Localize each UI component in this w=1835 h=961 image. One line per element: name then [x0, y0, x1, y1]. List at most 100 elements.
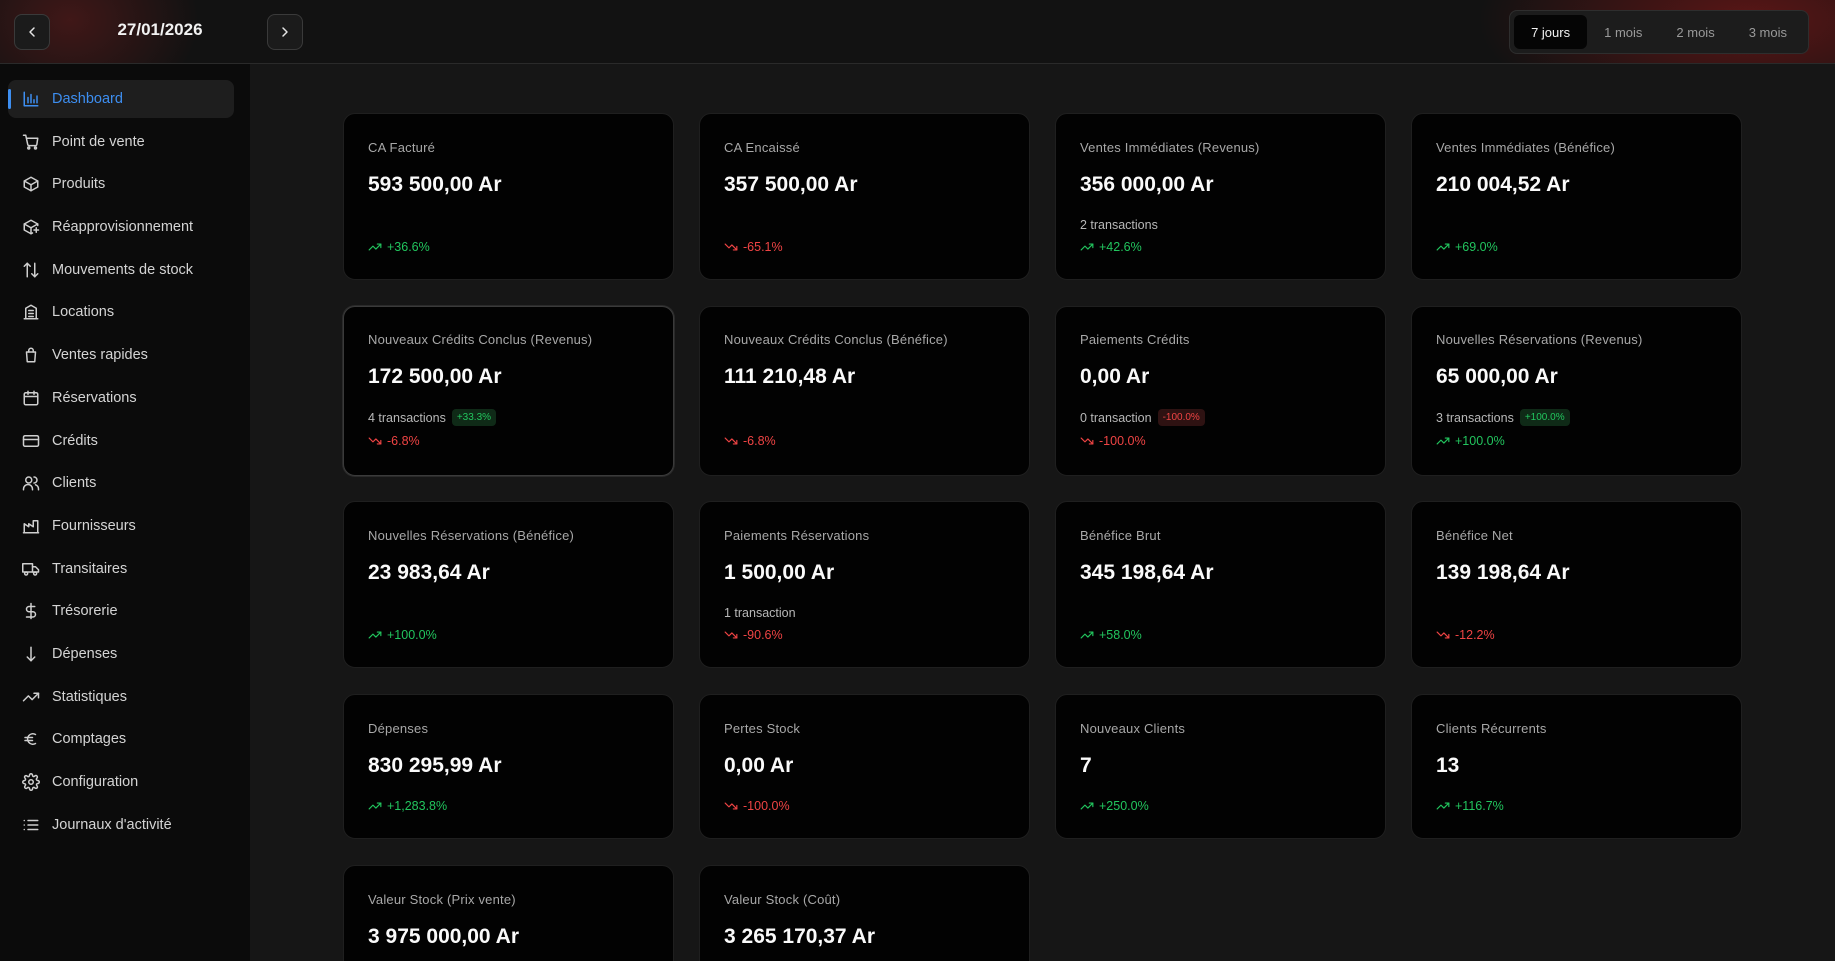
sidebar-item-point-de-vente[interactable]: Point de vente	[8, 123, 234, 161]
stat-card-label: Bénéfice Brut	[1080, 528, 1161, 543]
sidebar-item-label: Produits	[52, 176, 106, 193]
trending-up-icon	[368, 240, 387, 254]
sidebar-item-depenses[interactable]: Dépenses	[8, 635, 234, 673]
previous-date-button[interactable]	[14, 14, 50, 50]
sidebar-item-journaux-d-activite[interactable]: Journaux d'activité	[8, 806, 234, 844]
sidebar-item-locations[interactable]: Locations	[8, 293, 234, 331]
sidebar-item-ventes-rapides[interactable]: Ventes rapides	[8, 336, 234, 374]
stat-card-ca-facture: CA Facturé 593 500,00 Ar +36.6%	[343, 113, 674, 280]
stat-card-value: 357 500,00 Ar	[724, 173, 858, 196]
package-plus-icon	[22, 218, 40, 236]
sidebar-item-reservations[interactable]: Réservations	[8, 379, 234, 417]
stat-card-label: Pertes Stock	[724, 721, 801, 736]
trend-value: +36.6%	[387, 240, 430, 254]
current-date: 27/01/2026	[117, 20, 203, 39]
trend-indicator: -12.2%	[1436, 628, 1495, 642]
calendar-icon	[22, 389, 40, 407]
arrow-down-icon	[22, 645, 40, 663]
stat-card-label: Clients Récurrents	[1436, 721, 1547, 736]
cart-icon	[22, 133, 40, 151]
stat-card-value: 7	[1080, 754, 1092, 777]
stat-card-label: Dépenses	[368, 721, 429, 736]
stat-card-value: 0,00 Ar	[724, 754, 794, 777]
range-option-7-days[interactable]: 7 jours	[1514, 15, 1588, 49]
trend-value: +100.0%	[1455, 434, 1505, 448]
sidebar-item-label: Dépenses	[52, 645, 118, 662]
sidebar-item-comptages[interactable]: Comptages	[8, 720, 234, 758]
trend-indicator: +1,283.8%	[368, 799, 447, 813]
range-option-3-months[interactable]: 3 mois	[1732, 15, 1804, 49]
sidebar-item-reapprovisionnement[interactable]: Réapprovisionnement	[8, 208, 234, 246]
stat-card-value: 65 000,00 Ar	[1436, 365, 1558, 388]
trend-value: -100.0%	[743, 799, 790, 813]
sidebar-item-tresorerie[interactable]: Trésorerie	[8, 592, 234, 630]
box-icon	[22, 175, 40, 193]
building-icon	[22, 303, 40, 321]
sidebar-item-fournisseurs[interactable]: Fournisseurs	[8, 507, 234, 545]
stat-card-label: CA Facturé	[368, 140, 436, 155]
sidebar-item-label: Journaux d'activité	[52, 816, 172, 833]
change-badge: +33.3%	[451, 409, 497, 426]
range-option-1-month[interactable]: 1 mois	[1587, 15, 1659, 49]
sidebar-item-transitaires[interactable]: Transitaires	[8, 550, 234, 588]
stat-card-label: Nouvelles Réservations (Revenus)	[1436, 332, 1643, 347]
trend-value: +1,283.8%	[387, 799, 448, 813]
change-badge: +100.0%	[1519, 409, 1570, 426]
sidebar-item-label: Crédits	[52, 432, 98, 449]
stat-card-nouveaux-credits-conclus-revenus: Nouveaux Crédits Conclus (Revenus) 172 50…	[343, 306, 674, 476]
chevron-left-icon	[29, 27, 35, 37]
factory-icon	[22, 517, 40, 535]
trend-indicator: +36.6%	[368, 240, 430, 254]
trending-up-icon	[1436, 799, 1455, 813]
trend-value: -65.1%	[743, 240, 783, 254]
sidebar-item-produits[interactable]: Produits	[8, 165, 234, 203]
trend-value: +58.0%	[1099, 628, 1142, 642]
sidebar-item-label: Réapprovisionnement	[52, 219, 194, 236]
stat-card-label: Valeur Stock (Prix vente)	[368, 892, 516, 907]
trending-down-icon	[1080, 434, 1099, 448]
trend-value: -12.2%	[1455, 628, 1495, 642]
sidebar-item-statistiques[interactable]: Statistiques	[8, 678, 234, 716]
stat-card-value: 139 198,64 Ar	[1436, 561, 1570, 584]
transaction-count: 1 transaction	[724, 606, 796, 620]
trend-indicator: -6.8%	[368, 434, 420, 448]
sidebar-item-credits[interactable]: Crédits	[8, 422, 234, 460]
sidebar-item-label: Statistiques	[52, 688, 127, 705]
trend-indicator: -65.1%	[724, 240, 783, 254]
trending-up-icon	[1080, 628, 1099, 642]
stat-card-value: 1 500,00 Ar	[724, 561, 835, 584]
sidebar-item-mouvements-de-stock[interactable]: Mouvements de stock	[8, 251, 234, 289]
sidebar-item-dashboard[interactable]: Dashboard	[8, 80, 234, 118]
stat-card-label: Paiements Crédits	[1080, 332, 1190, 347]
stat-card-benefice-net: Bénéfice Net 139 198,64 Ar -12.2%	[1411, 501, 1742, 668]
stat-card-label: Nouveaux Clients	[1080, 721, 1186, 736]
stat-card-label: CA Encaissé	[724, 140, 800, 155]
trending-down-icon	[368, 434, 387, 448]
stat-card-paiements-reservations: Paiements Réservations 1 500,00 Ar 1 trans…	[699, 501, 1030, 668]
next-date-button[interactable]	[267, 14, 303, 50]
stat-card-ca-encaisse: CA Encaissé 357 500,00 Ar -65.1%	[699, 113, 1030, 280]
sidebar-item-label: Dashboard	[52, 91, 123, 107]
range-option-2-months[interactable]: 2 mois	[1659, 15, 1731, 49]
dollar-icon	[22, 602, 40, 620]
sidebar-item-configuration[interactable]: Configuration	[8, 763, 234, 801]
trend-indicator: -6.8%	[724, 434, 776, 448]
stat-card-value: 111 210,48 Ar	[724, 365, 856, 388]
trending-up-icon	[1080, 240, 1099, 254]
stat-card-nouveaux-credits-conclus-benefice: Nouveaux Crédits Conclus (Bénéfice) 111 2…	[699, 306, 1030, 476]
transaction-count: 2 transactions	[1080, 218, 1158, 232]
transaction-count-text: 4 transactions	[368, 410, 446, 425]
stat-card-value: 356 000,00 Ar	[1080, 173, 1214, 196]
bar-chart-icon	[22, 90, 40, 108]
gear-icon	[22, 773, 40, 791]
stat-card-value: 0,00 Ar	[1080, 365, 1150, 388]
stat-card-label: Paiements Réservations	[724, 528, 870, 543]
sidebar: Dashboard Point de vente Produits Réapprovi…	[0, 64, 250, 961]
credit-card-icon	[22, 432, 40, 450]
stat-card-clients-recurrents: Clients Récurrents 13 +116.7%	[1411, 694, 1742, 839]
dashboard-grid: CA Facturé 593 500,00 Ar +36.6% CA Encaissé…	[250, 64, 1835, 961]
truck-icon	[22, 560, 40, 578]
stat-card-benefice-brut: Bénéfice Brut 345 198,64 Ar +58.0%	[1055, 501, 1386, 668]
sidebar-item-clients[interactable]: Clients	[8, 464, 234, 502]
trend-value: +250.0%	[1099, 799, 1149, 813]
